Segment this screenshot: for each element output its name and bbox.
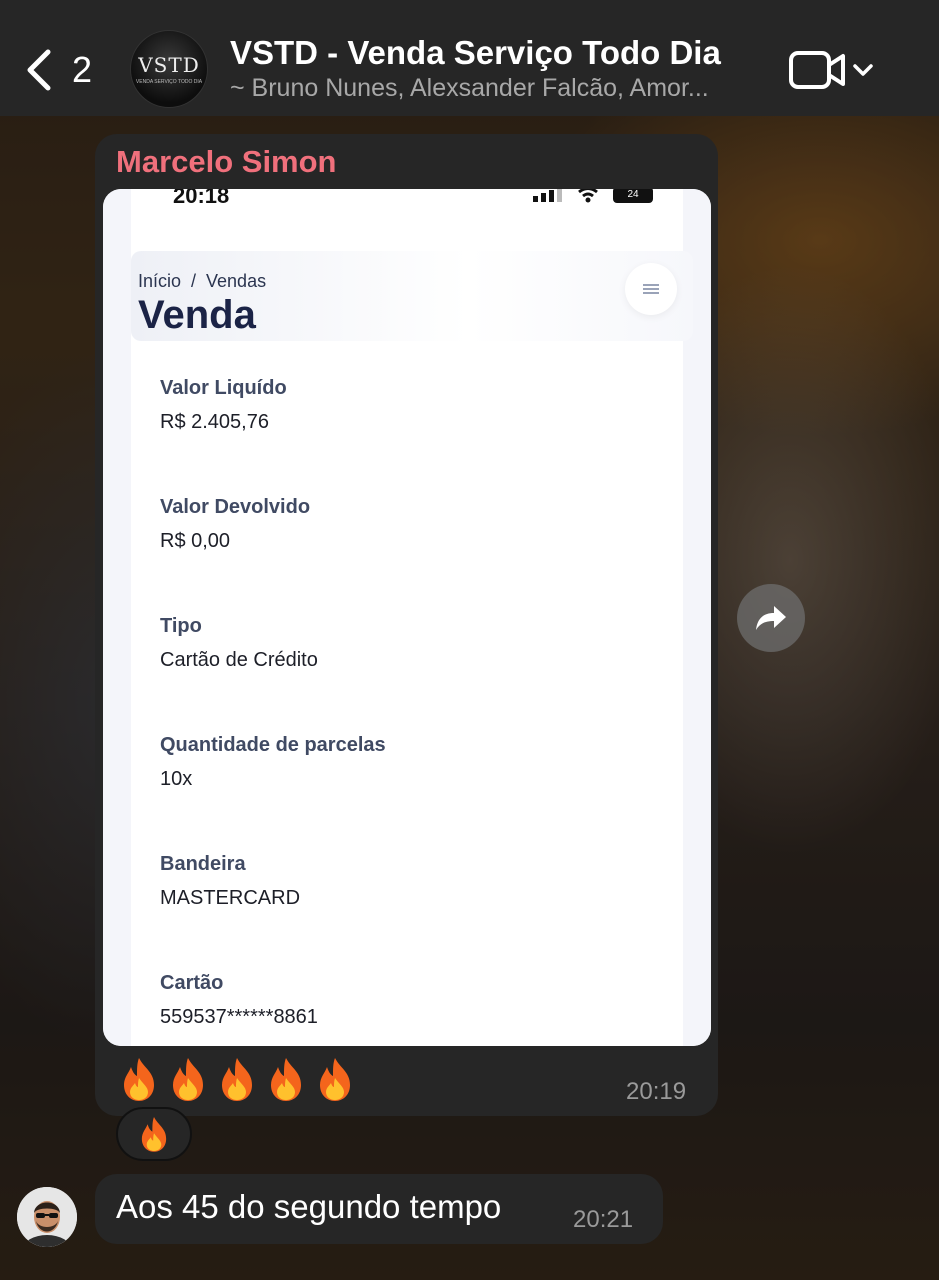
field-value: R$ 0,00 [160, 530, 231, 552]
message-emoji-row [118, 1056, 356, 1102]
field-label: Quantidade de parcelas [160, 734, 386, 756]
field-tipo: Tipo Cartão de Crédito [160, 615, 640, 672]
field-valor-liquido: Valor Liquído R$ 2.405,76 [160, 377, 640, 434]
field-cartao: Cartão 559537******8861 [160, 972, 640, 1029]
fire-emoji [320, 1058, 350, 1101]
forward-button[interactable] [737, 584, 805, 652]
fire-emoji [124, 1058, 154, 1101]
menu-button [625, 263, 677, 315]
battery-indicator: 24 [613, 189, 653, 203]
field-value: 559537******8861 [160, 1006, 318, 1028]
user-avatar-image [17, 1187, 77, 1247]
field-label: Valor Liquído [160, 377, 287, 399]
status-bar-time: 20:18 [173, 189, 230, 208]
field-value: R$ 2.405,76 [160, 411, 269, 433]
video-call-button[interactable] [788, 48, 878, 92]
attached-image[interactable]: 20:18 24 Início / Vendas Venda Valor Liq… [103, 189, 711, 1046]
field-label: Bandeira [160, 853, 246, 875]
menu-icon [643, 284, 659, 294]
group-members[interactable]: ~ Bruno Nunes, Alexsander Falcão, Amor..… [230, 74, 750, 103]
signal-icon [533, 189, 562, 202]
group-logo-text: VSTD [138, 53, 200, 77]
chat-header: 2 VSTD VENDA SERVIÇO TODO DIA VSTD - Ven… [0, 0, 939, 116]
message-text: Aos 45 do segundo tempo [116, 1188, 502, 1225]
wifi-icon [578, 189, 598, 203]
message-timestamp: 20:21 [573, 1206, 634, 1233]
forward-icon [756, 606, 786, 630]
field-value: 10x [160, 768, 193, 790]
group-title[interactable]: VSTD - Venda Serviço Todo Dia [230, 34, 721, 72]
fire-emoji [222, 1058, 252, 1101]
unread-count: 2 [72, 49, 93, 90]
reaction-badge[interactable] [116, 1107, 192, 1161]
field-bandeira: Bandeira MASTERCARD [160, 853, 640, 910]
chevron-down-icon [853, 64, 873, 76]
fire-emoji [173, 1058, 203, 1101]
chevron-left-icon [27, 49, 51, 91]
field-label: Tipo [160, 615, 202, 637]
page-title: Venda [138, 293, 256, 337]
video-camera-icon [789, 51, 845, 89]
sender-name[interactable]: Marcelo Simon [116, 144, 337, 180]
group-logo-subtext: VENDA SERVIÇO TODO DIA [135, 79, 203, 85]
back-button[interactable]: 2 [24, 46, 104, 94]
fire-emoji [141, 1117, 167, 1152]
message-timestamp: 20:19 [626, 1078, 687, 1105]
group-avatar[interactable]: VSTD VENDA SERVIÇO TODO DIA [130, 30, 208, 108]
fire-emoji [271, 1058, 301, 1101]
field-label: Cartão [160, 972, 224, 994]
breadcrumb: Início / Vendas [138, 271, 267, 291]
avatar[interactable] [17, 1187, 77, 1247]
field-valor-devolvido: Valor Devolvido R$ 0,00 [160, 496, 640, 553]
field-quantidade-parcelas: Quantidade de parcelas 10x [160, 734, 640, 791]
field-value: MASTERCARD [160, 887, 301, 909]
image-side-panel [103, 189, 131, 1046]
field-value: Cartão de Crédito [160, 649, 318, 671]
field-label: Valor Devolvido [160, 496, 311, 518]
status-bar-icons: 24 [533, 189, 663, 205]
